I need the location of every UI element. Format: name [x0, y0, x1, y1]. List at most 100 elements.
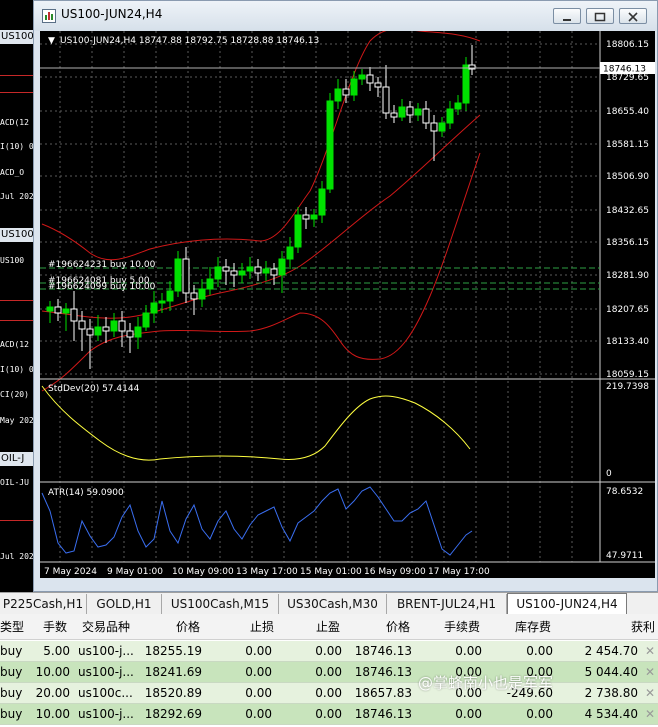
- close-icon: [628, 12, 638, 22]
- cell-sl: 0.00: [245, 644, 272, 658]
- cell-symbol: us100-j...: [78, 707, 134, 721]
- close-position-icon[interactable]: ✕: [645, 704, 657, 725]
- candle-body: [462, 64, 470, 104]
- candle-body: [334, 88, 342, 102]
- candle-body: [102, 326, 110, 332]
- price-chart[interactable]: ▼ US100-JUN24,H4 18747.88 18792.75 18728…: [40, 31, 655, 578]
- tab-brent-jul24-h1[interactable]: BRENT-JUL24,H1: [387, 594, 507, 614]
- candle-body: [174, 258, 182, 292]
- close-position-icon[interactable]: ✕: [645, 641, 657, 662]
- table-row[interactable]: buy 10.00 us100-j... 18292.69 0.00 0.00 18746.…: [0, 704, 658, 725]
- col-fee[interactable]: 手续费: [444, 614, 480, 640]
- cell-type: buy: [0, 644, 23, 658]
- chart-window: US100-JUN24,H4 ▼ US100-JUN24,H4 18747.88…: [33, 0, 658, 592]
- candle-body: [46, 306, 54, 312]
- cell-cur: 18746.13: [354, 707, 412, 721]
- close-position-icon[interactable]: ✕: [645, 683, 657, 704]
- chart-header-arrow-icon: ▼: [48, 36, 55, 46]
- col-symbol[interactable]: 交易品种: [82, 614, 130, 640]
- stddev-axis-label: 219.7398: [606, 382, 649, 392]
- candle-body: [390, 112, 398, 118]
- tab-us100cash-m15[interactable]: US100Cash,M15: [162, 594, 279, 614]
- cell-symbol: us100-j...: [78, 665, 134, 679]
- cell-fee: 0.00: [455, 644, 482, 658]
- cell-cur: 18746.13: [354, 665, 412, 679]
- candle-body: [54, 306, 62, 314]
- candle-body: [254, 266, 262, 274]
- col-sl[interactable]: 止损: [250, 614, 274, 640]
- tab-gold-h1[interactable]: GOLD,H1: [87, 594, 162, 614]
- col-profit[interactable]: 获利: [631, 614, 655, 640]
- cell-profit: 2 454.70: [584, 644, 638, 658]
- candle-body: [230, 270, 238, 276]
- cell-profit: 5 044.40: [584, 665, 638, 679]
- cell-sl: 0.00: [245, 665, 272, 679]
- candle-body: [262, 268, 270, 274]
- tab-p225cash-h1[interactable]: P225Cash,H1: [0, 594, 87, 614]
- restore-button[interactable]: [586, 8, 614, 24]
- cell-type: buy: [0, 665, 23, 679]
- cell-fee: 0.00: [455, 707, 482, 721]
- col-swap[interactable]: 库存费: [515, 614, 551, 640]
- candle-body: [302, 214, 310, 220]
- candle-body: [446, 108, 454, 124]
- time-label: 16 May 09:00: [364, 567, 426, 577]
- bg-time-label: May 2024: [0, 416, 36, 425]
- bollinger-bands: [41, 31, 481, 392]
- candle-body: [430, 122, 438, 132]
- chart-canvas: ▼ US100-JUN24,H4 18747.88 18792.75 18728…: [40, 31, 655, 577]
- tab-us30cash-m30[interactable]: US30Cash,M30: [279, 594, 387, 614]
- minimize-button[interactable]: [553, 8, 581, 24]
- candle-body: [206, 278, 214, 290]
- candle-body: [94, 326, 102, 336]
- time-label: 17 May 17:00: [428, 567, 490, 577]
- time-label: 9 May 01:00: [107, 567, 163, 577]
- col-type[interactable]: 类型: [0, 614, 24, 640]
- stddev-label: StdDev(20) 57.4144: [48, 384, 140, 394]
- price-label: 18506.90: [606, 172, 649, 182]
- cell-swap: 0.00: [526, 707, 553, 721]
- tab-us100-jun24-h4[interactable]: US100-JUN24,H4: [507, 593, 627, 615]
- candle-body: [374, 82, 382, 88]
- bg-time-label: Jul 2021: [0, 552, 36, 561]
- candle-body: [182, 258, 190, 294]
- terminal-screen: { "window": {"title": "US100-JUN24,H4"},…: [0, 0, 658, 727]
- minimize-icon: [563, 19, 571, 21]
- table-row[interactable]: buy 10.00 us100-j... 18241.69 0.00 0.00 18746.…: [0, 662, 658, 683]
- window-titlebar[interactable]: US100-JUN24,H4: [34, 1, 657, 31]
- bg-window-title[interactable]: US100: [0, 30, 36, 44]
- candle-body: [118, 320, 126, 332]
- candle-body: [326, 100, 334, 190]
- price-label: 18432.65: [606, 206, 649, 216]
- upper-band: [41, 31, 481, 261]
- cell-price: 18255.19: [144, 644, 202, 658]
- candle-body: [78, 320, 86, 330]
- table-row[interactable]: buy 20.00 us100c... 18520.89 0.00 0.00 18657.8…: [0, 683, 658, 704]
- col-cur-price[interactable]: 价格: [386, 614, 410, 640]
- order-label: #196624231 buy 10.00: [48, 260, 156, 270]
- price-label: 18059.15: [606, 370, 649, 380]
- candle-body: [294, 214, 302, 248]
- table-row[interactable]: buy 5.00 us100-j... 18255.19 0.00 0.00 18746.1…: [0, 641, 658, 662]
- col-lots[interactable]: 手数: [43, 614, 67, 640]
- candle-body: [150, 302, 158, 314]
- cell-type: buy: [0, 686, 23, 700]
- bg-indicator-label: US100: [0, 256, 25, 265]
- candle-body: [86, 328, 94, 336]
- background-chart-windows: US100 US100 OIL-J ACD(12 I(10) 0 ACD_O J…: [0, 0, 36, 592]
- close-button[interactable]: [619, 8, 647, 24]
- col-price[interactable]: 价格: [176, 614, 200, 640]
- candle-body: [342, 88, 350, 96]
- close-position-icon[interactable]: ✕: [645, 662, 657, 683]
- cell-tp: 0.00: [315, 644, 342, 658]
- time-label: 13 May 17:00: [236, 567, 298, 577]
- restore-icon: [594, 12, 606, 22]
- cell-cur: 18746.13: [354, 644, 412, 658]
- bg-window-title[interactable]: US100: [0, 228, 36, 242]
- candlesticks: [46, 45, 476, 369]
- col-tp[interactable]: 止盈: [316, 614, 340, 640]
- cell-symbol: us100-j...: [78, 644, 134, 658]
- atr-label: ATR(14) 59.0900: [48, 488, 124, 498]
- bg-indicator-label: CI(20) 6: [0, 390, 36, 399]
- bg-window-title[interactable]: OIL-J: [0, 452, 36, 466]
